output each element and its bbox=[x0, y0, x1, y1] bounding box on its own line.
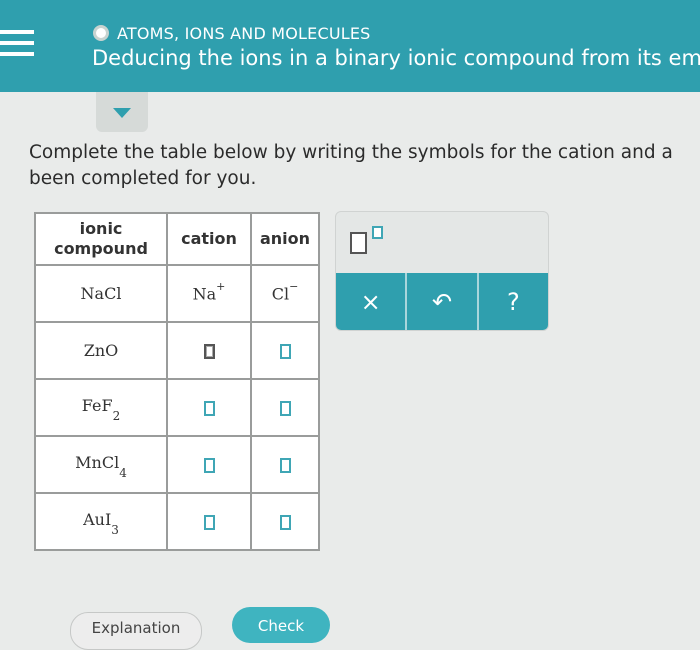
header-line: compound bbox=[54, 239, 148, 258]
cation-cell: Na+ bbox=[166, 264, 252, 323]
cation-cell bbox=[166, 321, 252, 380]
superscript-template-icon[interactable] bbox=[350, 226, 383, 258]
cation-symbol: Na bbox=[192, 284, 217, 304]
check-button[interactable]: Check bbox=[232, 607, 330, 643]
header-ionic-compound: ionic compound bbox=[34, 212, 168, 266]
compound-formula: FeF bbox=[81, 396, 113, 416]
template-superscript-box bbox=[372, 226, 383, 239]
cation-input[interactable] bbox=[203, 458, 215, 473]
compound-formula: ZnO bbox=[83, 341, 119, 360]
compound-cell: ZnO bbox=[34, 321, 168, 380]
cation-cell bbox=[166, 492, 252, 551]
anion-cell bbox=[250, 378, 320, 437]
menu-icon[interactable] bbox=[0, 30, 36, 64]
anion-input[interactable] bbox=[279, 344, 291, 359]
anion-symbol: Cl bbox=[271, 284, 290, 304]
anion-input[interactable] bbox=[279, 401, 291, 416]
table-row: ZnO bbox=[34, 321, 320, 380]
table-header-row: ionic compound cation anion bbox=[34, 212, 320, 266]
anion-cell: Cl− bbox=[250, 264, 320, 323]
chevron-down-icon bbox=[113, 108, 131, 118]
cation-cell bbox=[166, 435, 252, 494]
anion-cell bbox=[250, 435, 320, 494]
table-row: AuI3 bbox=[34, 492, 320, 551]
explanation-button[interactable]: Explanation bbox=[70, 612, 202, 650]
clear-button[interactable]: × bbox=[336, 273, 408, 330]
formula-subscript: 3 bbox=[111, 522, 119, 537]
instruction-line: Complete the table below by writing the … bbox=[29, 142, 673, 163]
anion-cell bbox=[250, 321, 320, 380]
cation-input[interactable] bbox=[203, 515, 215, 530]
expand-tab[interactable] bbox=[96, 92, 148, 132]
template-base-box bbox=[350, 232, 367, 254]
compound-formula: MnCl bbox=[75, 453, 120, 473]
progress-circle-icon bbox=[93, 25, 109, 41]
help-button[interactable]: ? bbox=[479, 273, 548, 330]
instructions: Complete the table below by writing the … bbox=[29, 140, 700, 192]
anion-charge: − bbox=[289, 280, 299, 294]
header-anion: anion bbox=[250, 212, 320, 266]
compound-cell: NaCl bbox=[34, 264, 168, 323]
formula-subscript: 2 bbox=[112, 408, 121, 423]
cation-cell bbox=[166, 378, 252, 437]
ions-table: ionic compound cation anion NaCl Na+ Cl−… bbox=[34, 212, 320, 551]
formula-subscript: 4 bbox=[119, 465, 127, 480]
anion-cell bbox=[250, 492, 320, 551]
header-bar: ATOMS, IONS AND MOLECULES Deducing the i… bbox=[0, 0, 700, 92]
compound-cell: FeF2 bbox=[34, 378, 168, 437]
page-title: Deducing the ions in a binary ionic comp… bbox=[92, 46, 700, 70]
cation-input[interactable] bbox=[203, 401, 215, 416]
cation-charge: + bbox=[216, 280, 226, 294]
compound-formula: AuI bbox=[83, 510, 112, 530]
instruction-line: been completed for you. bbox=[29, 168, 257, 189]
header-cation: cation bbox=[166, 212, 252, 266]
compound-formula: NaCl bbox=[80, 284, 122, 303]
table-row: FeF2 bbox=[34, 378, 320, 437]
compound-cell: MnCl4 bbox=[34, 435, 168, 494]
compound-cell: AuI3 bbox=[34, 492, 168, 551]
undo-button[interactable]: ↶ bbox=[407, 273, 479, 330]
cation-input[interactable] bbox=[203, 344, 215, 359]
anion-input[interactable] bbox=[279, 515, 291, 530]
palette-toolbar: × ↶ ? bbox=[336, 273, 548, 330]
anion-input[interactable] bbox=[279, 458, 291, 473]
header-line: ionic bbox=[79, 219, 123, 238]
topic-label: ATOMS, IONS AND MOLECULES bbox=[117, 23, 371, 43]
table-row: NaCl Na+ Cl− bbox=[34, 264, 320, 323]
topic-row: ATOMS, IONS AND MOLECULES bbox=[93, 22, 371, 44]
table-row: MnCl4 bbox=[34, 435, 320, 494]
answer-palette: × ↶ ? bbox=[335, 211, 549, 331]
